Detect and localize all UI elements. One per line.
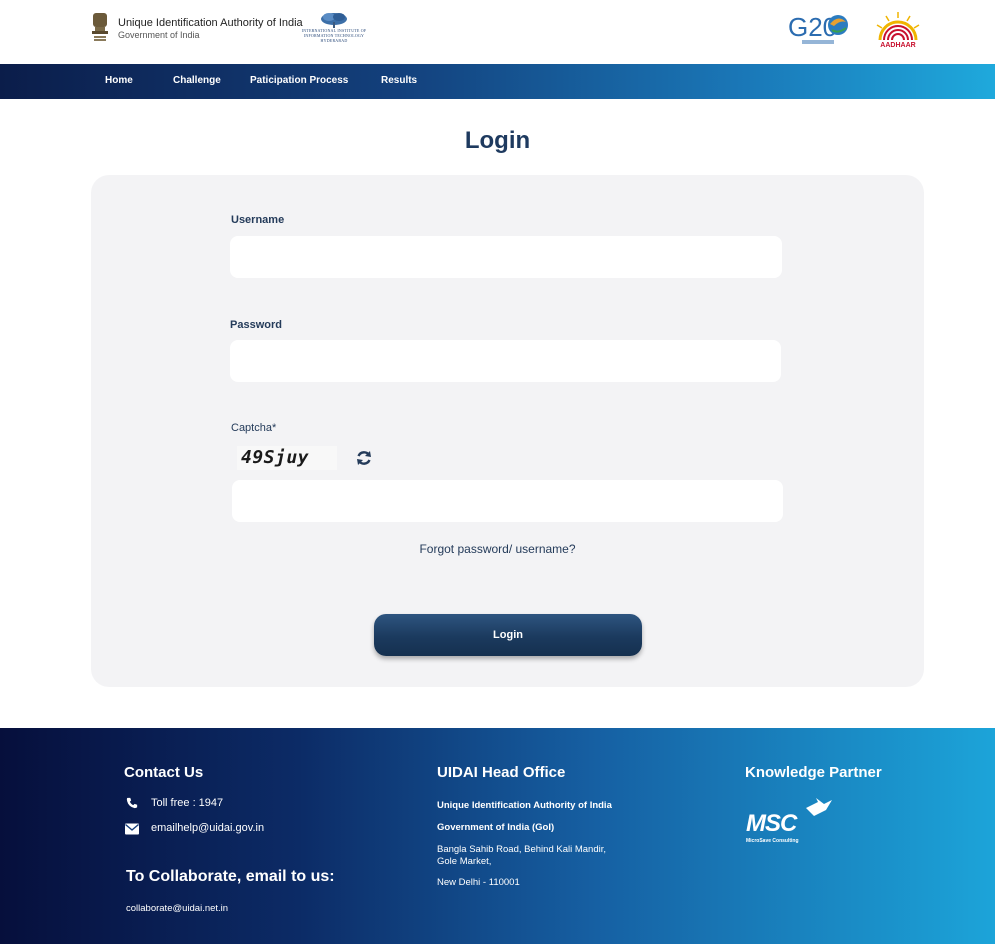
nav-participation-process[interactable]: Paticipation Process	[250, 75, 348, 86]
nav-results[interactable]: Results	[381, 75, 417, 86]
msc-logo-text: MSC	[746, 810, 797, 837]
username-input[interactable]	[230, 236, 782, 278]
toll-free-text: Toll free : 1947	[151, 797, 224, 809]
partner-heading: Knowledge Partner	[745, 764, 882, 781]
head-office-line3: Bangla Sahib Road, Behind Kali Mandir,	[437, 844, 607, 855]
bird-icon	[806, 798, 832, 816]
org-government: Government of India	[118, 30, 200, 40]
phone-icon	[126, 797, 138, 809]
nav-home[interactable]: Home	[105, 75, 133, 86]
org-name: Unique Identification Authority of India	[118, 17, 303, 29]
nav-challenge[interactable]: Challenge	[173, 75, 221, 86]
mail-icon	[125, 823, 139, 835]
contact-email-link[interactable]: emailhelp@uidai.gov.in	[151, 822, 264, 834]
collaborate-heading: To Collaborate, email to us:	[126, 868, 335, 885]
head-office-line4: Gole Market,	[437, 856, 492, 867]
page-title: Login	[464, 127, 531, 154]
forgot-password-link[interactable]: Forgot password/ username?	[419, 542, 575, 556]
captcha-image: 49Sjuy	[237, 446, 337, 470]
iiit-logo: INTERNATIONAL INSTITUTE OF INFORMATION T…	[296, 12, 372, 46]
tree-icon	[321, 13, 347, 28]
collaborate-email-link[interactable]: collaborate@uidai.net.in	[126, 903, 228, 914]
refresh-captcha-icon[interactable]	[355, 449, 373, 467]
aadhaar-sun-icon	[876, 12, 920, 41]
head-office-line1: Unique Identification Authority of India	[437, 800, 612, 811]
main-nav: Home Challenge Paticipation Process Resu…	[0, 64, 995, 99]
msc-logo: MSC MicroSave Consulting	[746, 798, 836, 850]
contact-heading: Contact Us	[124, 764, 204, 781]
national-emblem-icon	[92, 13, 108, 41]
iiit-city: HYDERABAD	[320, 38, 348, 43]
login-button[interactable]: Login	[374, 614, 642, 656]
head-office-line5: New Delhi - 110001	[437, 877, 520, 888]
captcha-label: Captcha*	[231, 422, 277, 434]
g20-logo: G20	[788, 12, 848, 44]
head-office-line2: Government of India (GoI)	[437, 822, 555, 833]
org-title: Unique Identification Authority of India…	[118, 17, 303, 41]
captcha-input[interactable]	[232, 480, 783, 522]
iiit-name: INTERNATIONAL INSTITUTE OF INFORMATION T…	[301, 28, 367, 38]
aadhaar-label: AADHAAR	[880, 42, 916, 49]
username-label: Username	[231, 214, 285, 226]
password-label: Password	[230, 319, 282, 331]
forgot-link-row: Forgot password/ username?	[0, 542, 995, 556]
msc-logo-subtitle: MicroSave Consulting	[746, 838, 799, 844]
head-office-heading: UIDAI Head Office	[437, 764, 566, 781]
password-input[interactable]	[230, 340, 781, 382]
aadhaar-logo: AADHAAR	[872, 10, 924, 54]
site-header: Unique Identification Authority of India…	[0, 0, 995, 64]
